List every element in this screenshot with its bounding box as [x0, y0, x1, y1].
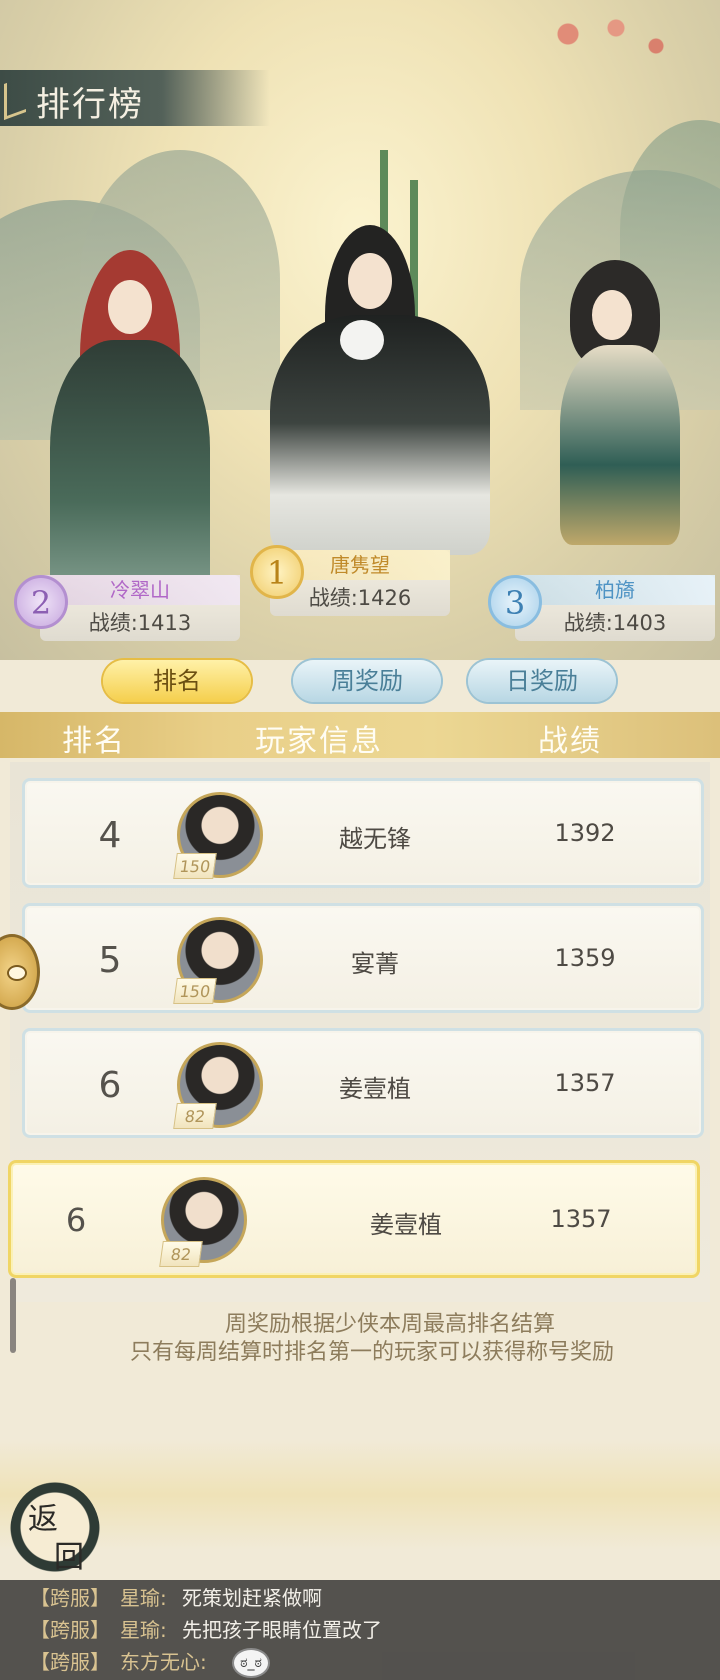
podium-name: 柏旖 [515, 575, 715, 605]
row-rank: 5 [98, 940, 122, 981]
player-score: 1357 [550, 1205, 612, 1233]
player-score: 1357 [554, 1069, 616, 1097]
podium-name: 冷翠山 [40, 575, 240, 605]
character-face [592, 290, 632, 340]
podium-score: 战绩:1403 [563, 611, 667, 635]
back-label-2: 回 [54, 1540, 84, 1575]
level-badge: 150 [173, 978, 217, 1004]
table-row[interactable]: 4 150 越无锋 1392 [22, 778, 704, 888]
rank-3-medal-icon: 3 [488, 575, 542, 629]
level-badge: 82 [173, 1103, 217, 1129]
chat-panel[interactable]: 【跨服】 星瑜: 死策划赶紧做啊 【跨服】 星瑜: 先把孩子眼睛位置改了 【跨服… [0, 1580, 720, 1680]
character-robe [50, 340, 210, 610]
rank-1-character[interactable] [230, 225, 520, 555]
chat-sender[interactable]: 星瑜: [120, 1614, 167, 1646]
page-title: 排行榜 [36, 85, 144, 125]
my-ranking-row[interactable]: 6 82 姜壹植 1357 [8, 1160, 700, 1278]
column-header-player-info: 玩家信息 [255, 724, 383, 759]
decorative-wave [0, 1440, 720, 1550]
podium-score: 战绩:1413 [88, 611, 192, 635]
tab-weekly-reward[interactable]: 周奖励 [293, 660, 441, 702]
player-score: 1392 [554, 819, 616, 847]
character-robe [560, 345, 680, 545]
hero-banner: 排行榜 冷翠山 战绩:1413 2 唐隽望 战绩:1426 1 柏旖 战绩:14… [0, 0, 720, 660]
banner-decoration-icon [4, 75, 26, 121]
character-face [348, 253, 392, 309]
reward-note: 只有每周结算时排名第一的玩家可以获得称号奖励 [129, 1340, 614, 1365]
chat-text: 死策划赶紧做啊 [182, 1586, 322, 1610]
level-badge: 150 [173, 853, 217, 879]
rank-1-medal-icon: 1 [250, 545, 304, 599]
rank-2-character[interactable] [20, 250, 240, 610]
tab-ranking[interactable]: 排名 [103, 660, 251, 702]
player-name: 宴菁 [351, 950, 399, 978]
rank-2-medal-icon: 2 [14, 575, 68, 629]
chat-text: 先把孩子眼睛位置改了 [182, 1618, 382, 1642]
row-rank: 6 [65, 1201, 87, 1239]
table-row[interactable]: 5 150 宴菁 1359 [22, 903, 704, 1013]
tab-daily-reward[interactable]: 日奖励 [468, 660, 616, 702]
chat-channel: 【跨服】 [30, 1618, 110, 1642]
player-name: 姜壹植 [339, 1075, 411, 1103]
column-header-rank: 排名 [62, 724, 126, 759]
player-name: 越无锋 [339, 825, 411, 853]
podium-rank-2[interactable]: 冷翠山 战绩:1413 [40, 575, 240, 641]
back-button[interactable]: 返 回 [10, 1482, 100, 1582]
side-button-face [7, 965, 27, 981]
chat-sender[interactable]: 东方无心: [120, 1646, 207, 1678]
player-name: 姜壹植 [370, 1211, 442, 1239]
player-score: 1359 [554, 944, 616, 972]
page-title-banner: 排行榜 [0, 70, 270, 126]
falling-leaves [520, 10, 680, 70]
tab-bar: 排名 周奖励 日奖励 [0, 660, 720, 710]
white-cat [340, 320, 384, 360]
emoji-face-icon: ಠ_ಠ [232, 1648, 270, 1678]
column-header-score: 战绩 [538, 724, 602, 759]
rank-3-character[interactable] [520, 250, 720, 550]
character-face [108, 280, 152, 334]
row-rank: 4 [98, 815, 122, 856]
row-rank: 6 [98, 1065, 122, 1106]
chat-sender[interactable]: 星瑜: [120, 1582, 167, 1614]
level-badge: 82 [159, 1241, 203, 1267]
table-header: 排名 玩家信息 战绩 [0, 712, 720, 759]
podium-rank-3[interactable]: 柏旖 战绩:1403 [515, 575, 715, 641]
chat-channel: 【跨服】 [30, 1650, 110, 1674]
table-row[interactable]: 6 82 姜壹植 1357 [22, 1028, 704, 1138]
chat-channel: 【跨服】 [30, 1586, 110, 1610]
